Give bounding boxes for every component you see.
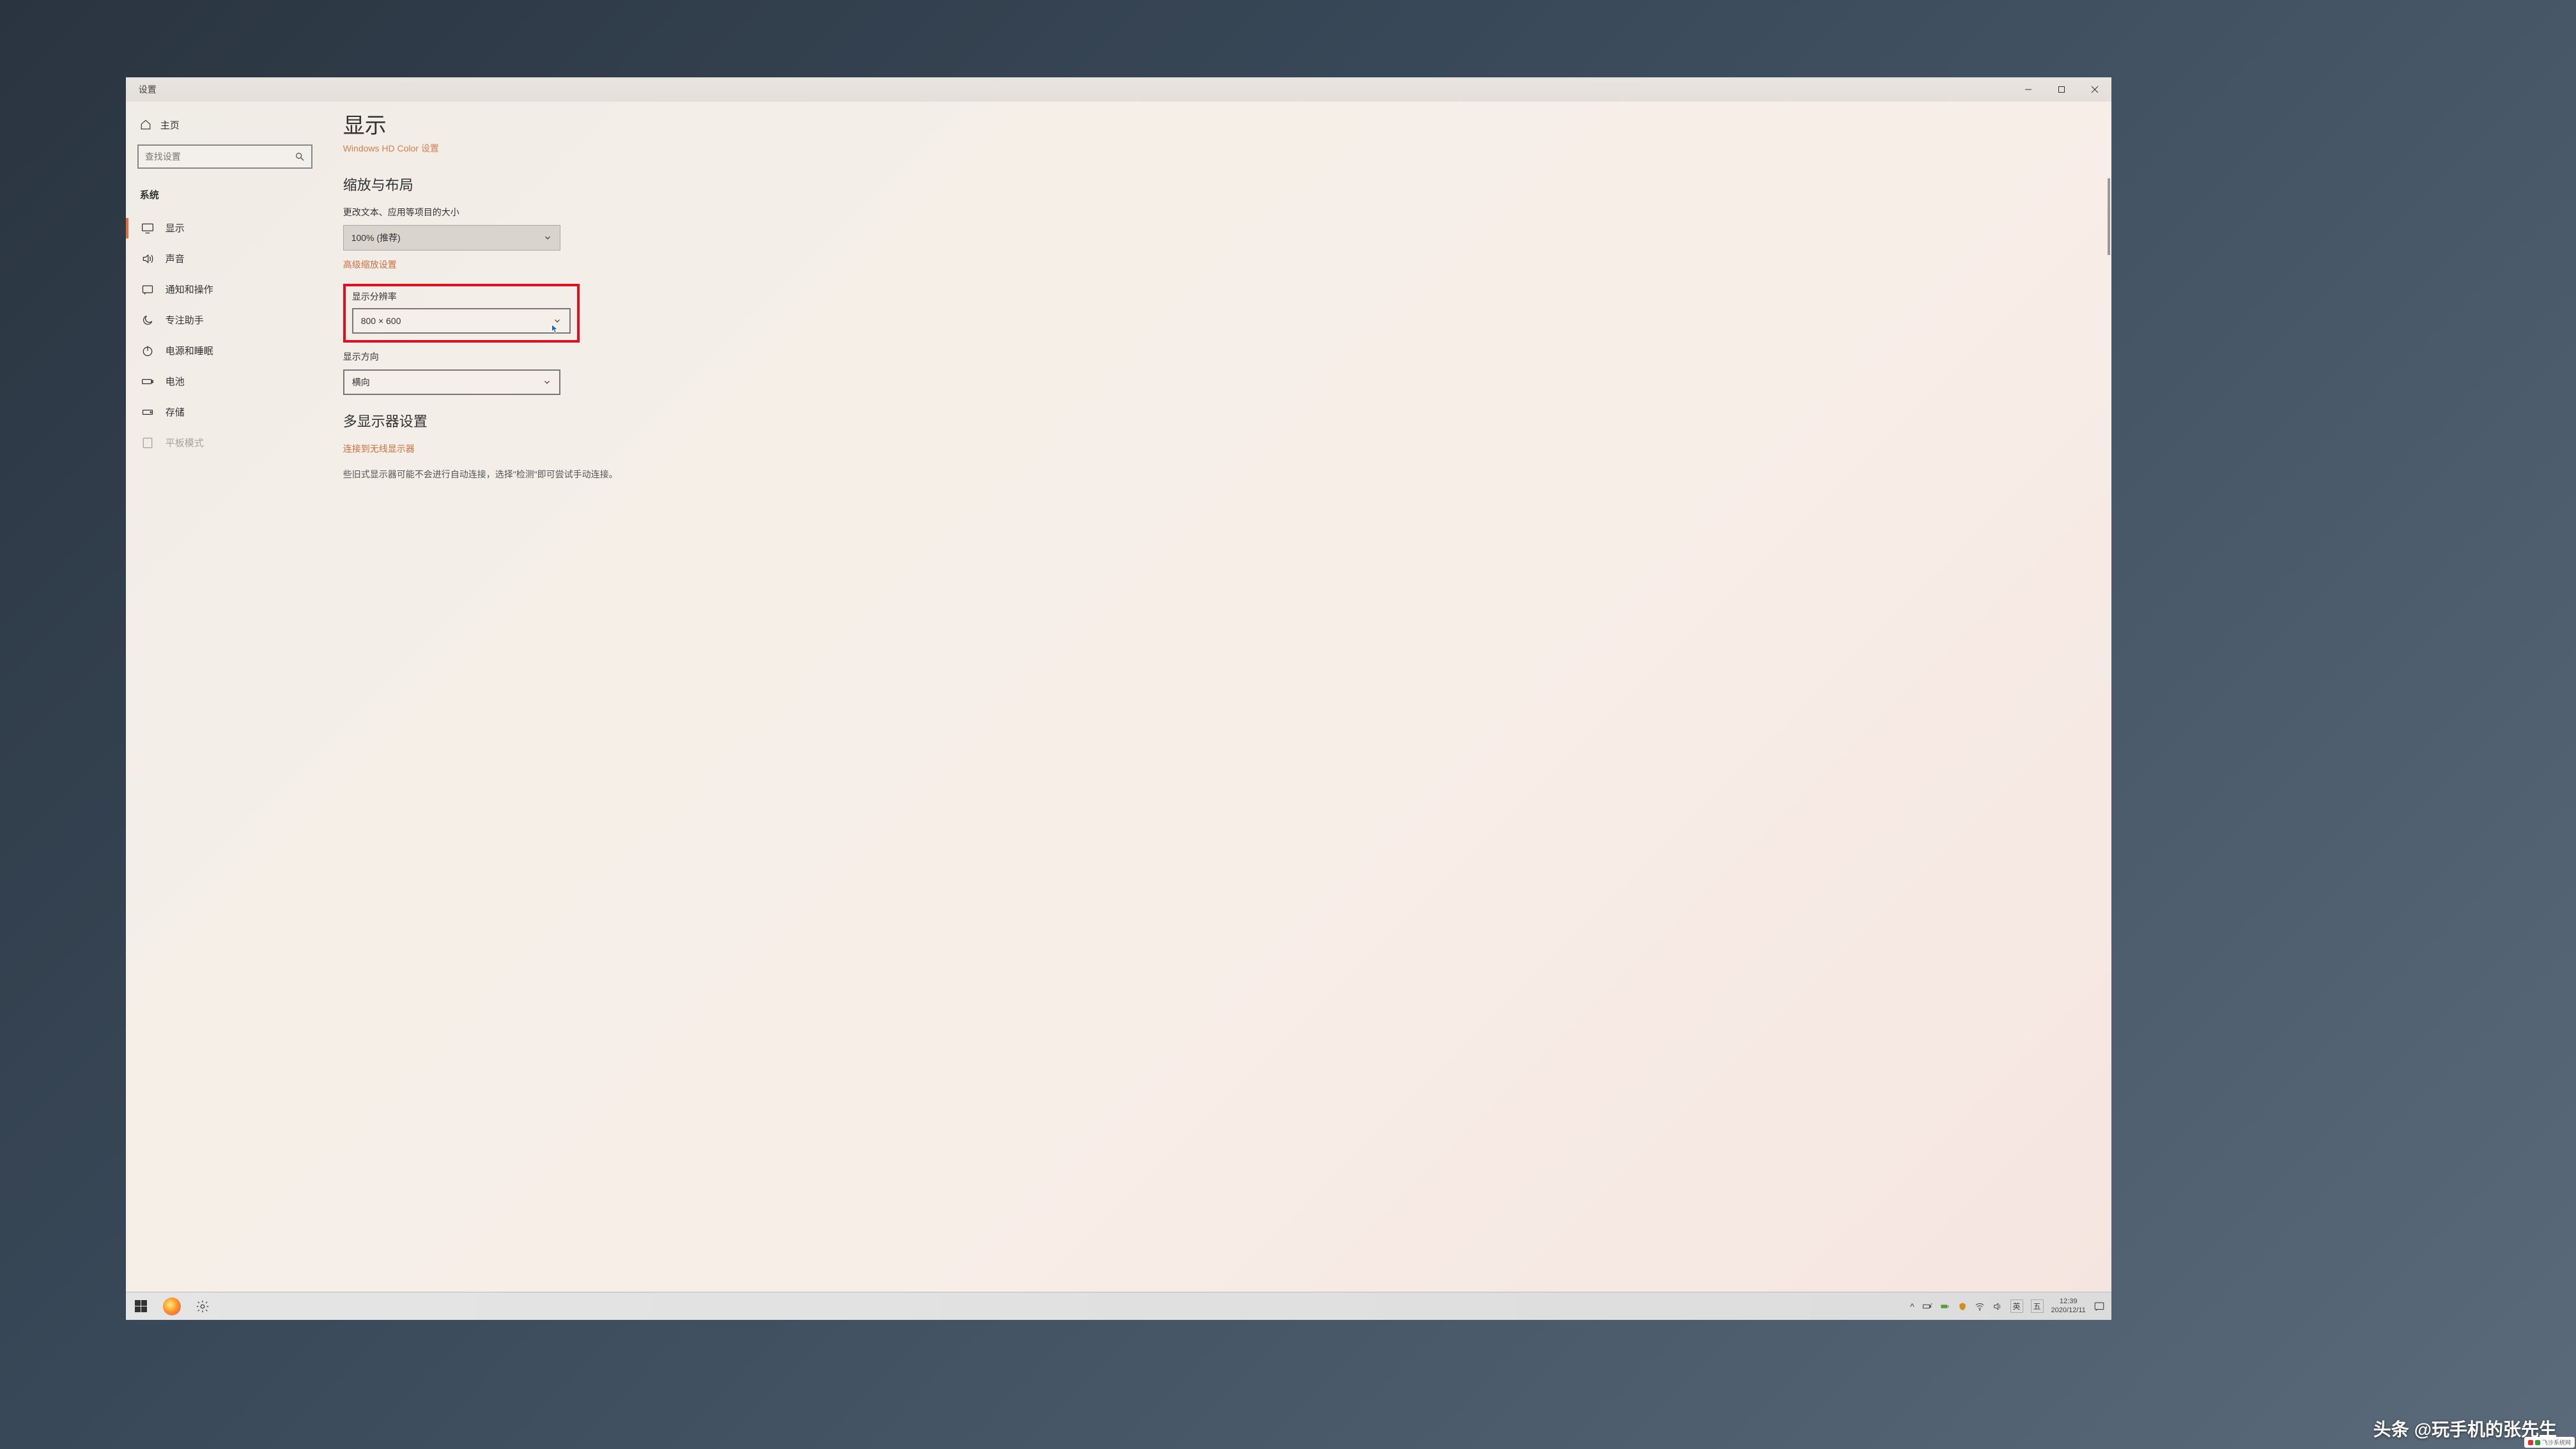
taskbar-settings[interactable] — [187, 1292, 218, 1320]
resolution-dropdown[interactable]: 800 × 600 — [352, 308, 571, 334]
sidebar-category: 系统 — [137, 182, 312, 213]
sidebar-item-label: 专注助手 — [166, 313, 204, 327]
truncated-description: 些旧式显示器可能不会进行自动连接，选择"检测"即可尝试手动连接。 — [343, 468, 2092, 481]
cursor-icon — [550, 323, 560, 334]
maximize-button[interactable] — [2045, 77, 2078, 102]
moon-icon — [141, 314, 154, 327]
taskbar: ^ 英 五 12:39 — [126, 1292, 2111, 1320]
sidebar: 主页 系统 显示 — [126, 102, 324, 1292]
chevron-down-icon — [543, 233, 552, 242]
firefox-icon — [163, 1298, 181, 1315]
sidebar-item-label: 声音 — [166, 252, 185, 265]
home-icon — [140, 119, 151, 130]
tray-wifi-icon[interactable] — [1975, 1301, 1985, 1312]
sidebar-item-label: 存储 — [166, 405, 185, 419]
watermark-badge-text: 飞沙系统网 — [2542, 1438, 2571, 1446]
resolution-value: 800 × 600 — [361, 316, 401, 326]
tray-battery-icon[interactable] — [1940, 1301, 1950, 1312]
tray-ime-lang[interactable]: 英 — [2010, 1299, 2023, 1313]
sidebar-item-focus-assist[interactable]: 专注助手 — [137, 305, 312, 336]
watermark-badge: 飞沙系统网 — [2524, 1437, 2575, 1448]
section-multi-heading: 多显示器设置 — [343, 410, 2092, 431]
sidebar-item-notifications[interactable]: 通知和操作 — [137, 274, 312, 305]
sidebar-item-power[interactable]: 电源和睡眠 — [137, 336, 312, 366]
watermark-prefix: 头条 — [2373, 1416, 2409, 1441]
scale-label: 更改文本、应用等项目的大小 — [343, 206, 2092, 219]
sidebar-item-display[interactable]: 显示 — [137, 213, 312, 244]
page-heading: 显示 — [343, 108, 2092, 139]
scrollbar[interactable] — [2108, 178, 2110, 255]
windows-logo-icon — [135, 1300, 147, 1312]
tray-clock[interactable]: 12:39 2020/12/11 — [2051, 1298, 2086, 1314]
search-input[interactable] — [145, 151, 295, 162]
nav-list: 显示 声音 通知和操作 — [137, 213, 312, 458]
sidebar-item-label: 平板模式 — [166, 436, 204, 449]
sidebar-item-battery[interactable]: 电池 — [137, 366, 312, 397]
search-icon — [295, 151, 305, 162]
hd-color-link[interactable]: Windows HD Color 设置 — [343, 142, 2092, 155]
scale-dropdown[interactable]: 100% (推荐) — [343, 225, 560, 251]
gear-icon — [196, 1299, 210, 1313]
resolution-label: 显示分辨率 — [352, 290, 571, 303]
sidebar-item-tablet[interactable]: 平板模式 — [137, 428, 312, 458]
notification-icon — [141, 283, 154, 296]
tray-chevron-icon[interactable]: ^ — [1910, 1301, 1915, 1312]
sidebar-item-label: 电源和睡眠 — [166, 344, 213, 357]
orientation-dropdown[interactable]: 横向 — [343, 369, 560, 395]
chevron-down-icon — [543, 378, 551, 387]
sound-icon — [141, 252, 154, 265]
scale-value: 100% (推荐) — [351, 231, 401, 244]
monitor-icon — [141, 222, 154, 235]
start-button[interactable] — [126, 1292, 157, 1320]
close-button[interactable] — [2078, 77, 2111, 102]
tray-action-center-icon[interactable] — [2094, 1301, 2105, 1312]
content-pane: 显示 Windows HD Color 设置 缩放与布局 更改文本、应用等项目的… — [324, 102, 2111, 1292]
clock-time: 12:39 — [2051, 1298, 2086, 1306]
advanced-scale-link[interactable]: 高级缩放设置 — [343, 258, 2092, 271]
sidebar-item-label: 通知和操作 — [166, 283, 213, 296]
title-bar: 设置 — [126, 77, 2111, 102]
home-label: 主页 — [160, 118, 180, 132]
sidebar-item-storage[interactable]: 存储 — [137, 397, 312, 428]
orientation-label: 显示方向 — [343, 350, 2092, 363]
battery-icon — [141, 375, 154, 388]
tray-security-icon[interactable] — [1958, 1302, 1967, 1311]
orientation-value: 横向 — [352, 376, 370, 389]
window-controls — [2012, 77, 2111, 102]
home-button[interactable]: 主页 — [137, 114, 312, 144]
clock-date: 2020/12/11 — [2051, 1306, 2086, 1315]
tray-volume-icon[interactable] — [1993, 1301, 2003, 1312]
section-scale-heading: 缩放与布局 — [343, 174, 2092, 194]
window-title: 设置 — [139, 83, 157, 96]
sidebar-item-label: 显示 — [166, 221, 185, 235]
sidebar-item-sound[interactable]: 声音 — [137, 244, 312, 274]
storage-icon — [141, 406, 154, 419]
minimize-button[interactable] — [2012, 77, 2045, 102]
resolution-highlight: 显示分辨率 800 × 600 — [343, 284, 580, 343]
search-box[interactable] — [137, 144, 312, 169]
tray-power-icon[interactable] — [1922, 1301, 1932, 1312]
taskbar-firefox[interactable] — [157, 1292, 187, 1320]
power-icon — [141, 345, 154, 357]
sidebar-item-label: 电池 — [166, 375, 185, 388]
tray-ime-mode[interactable]: 五 — [2031, 1299, 2044, 1313]
tablet-icon — [141, 437, 154, 449]
system-tray: ^ 英 五 12:39 — [1910, 1292, 2105, 1320]
wireless-display-link[interactable]: 连接到无线显示器 — [343, 442, 2092, 455]
